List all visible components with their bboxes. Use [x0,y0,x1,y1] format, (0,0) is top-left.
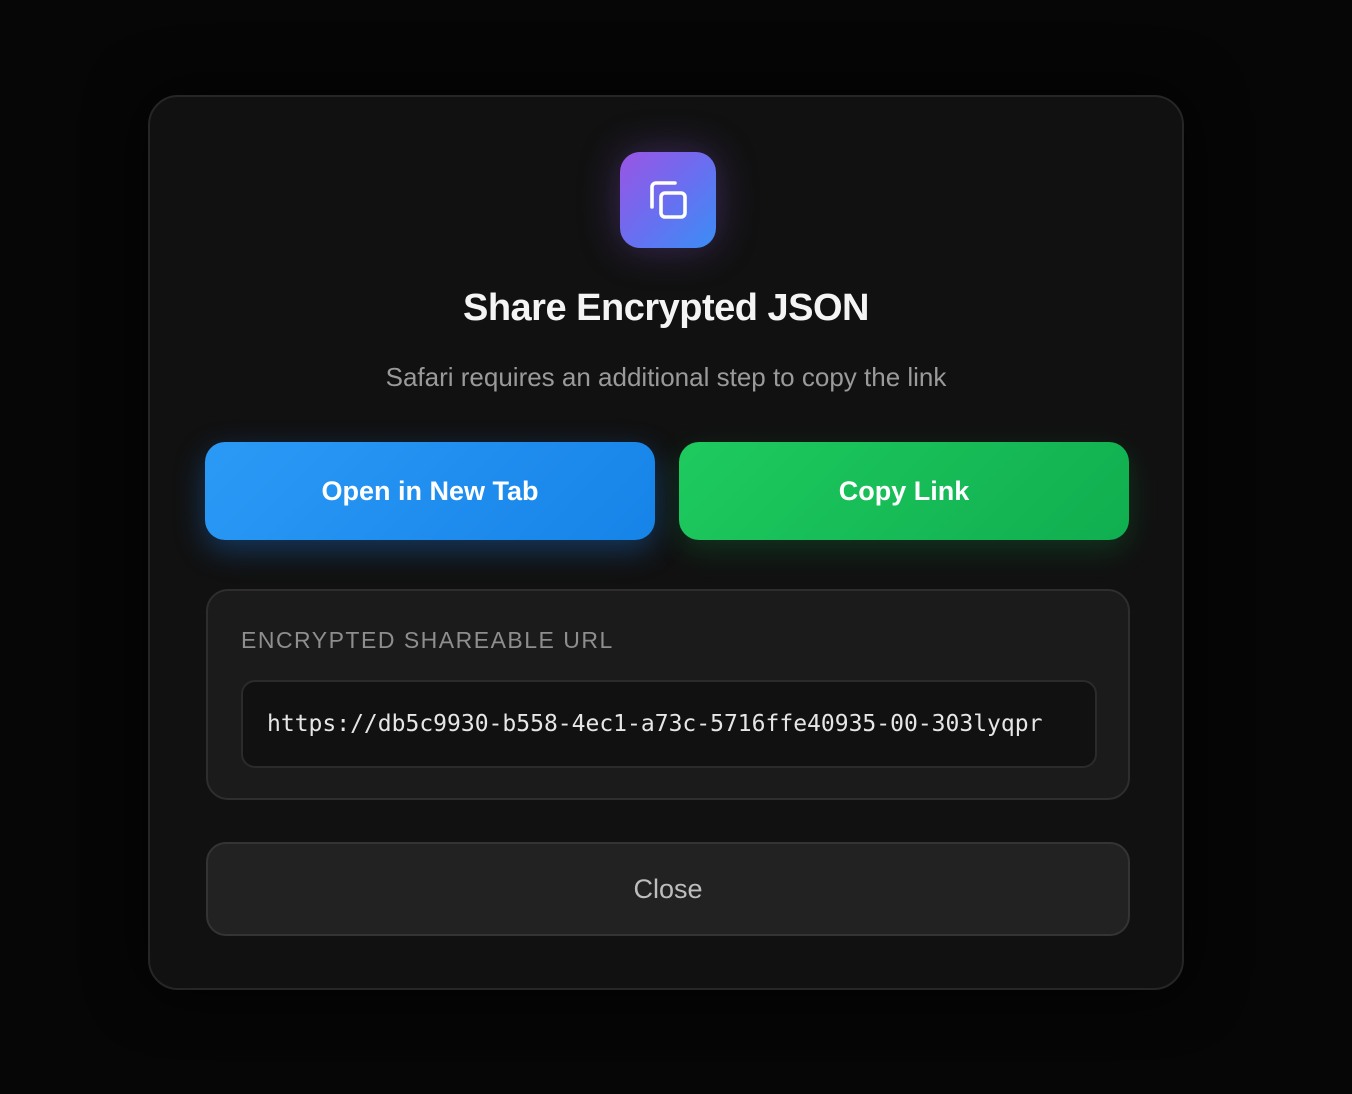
open-in-new-tab-button[interactable]: Open in New Tab [205,442,655,540]
close-button[interactable]: Close [206,842,1130,936]
url-label: ENCRYPTED SHAREABLE URL [241,627,614,653]
copy-link-button[interactable]: Copy Link [679,442,1129,540]
dialog-subtitle: Safari requires an additional step to co… [385,362,947,392]
share-dialog: Share Encrypted JSON Safari requires an … [148,95,1184,990]
url-field[interactable]: https://db5c9930-b558-4ec1-a73c-5716ffe4… [241,680,1097,768]
url-panel: ENCRYPTED SHAREABLE URL https://db5c9930… [206,589,1130,800]
copy-icon [620,152,716,248]
dialog-title: Share Encrypted JSON [462,287,870,329]
